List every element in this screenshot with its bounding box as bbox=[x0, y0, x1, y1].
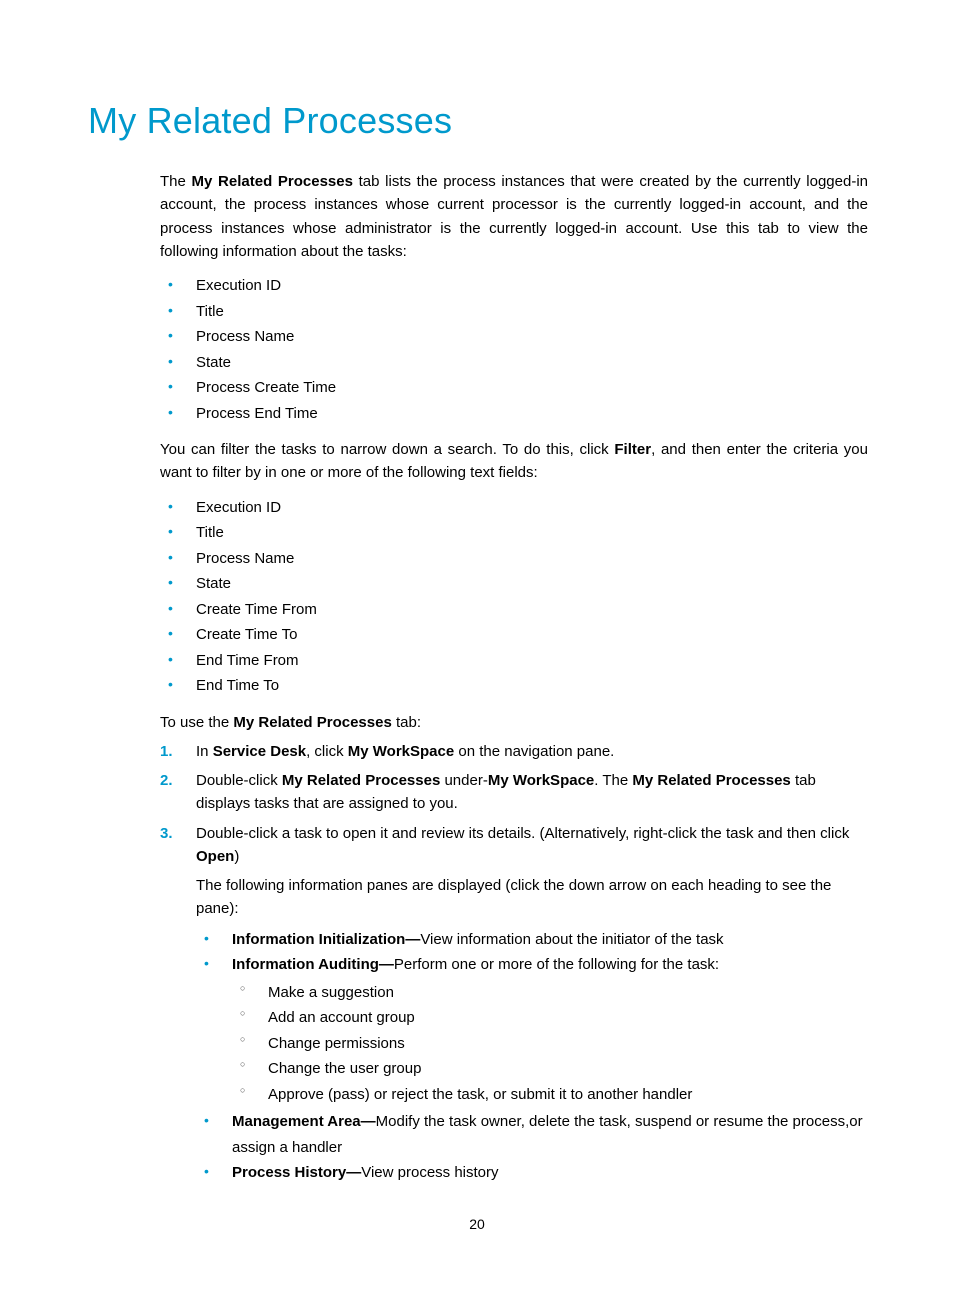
use-post: tab: bbox=[392, 714, 421, 731]
step-1: In Service Desk, click My WorkSpace on t… bbox=[160, 740, 868, 763]
list-item: Change the user group bbox=[232, 1056, 868, 1082]
page-content: My Related Processes The My Related Proc… bbox=[88, 100, 868, 1192]
audit-actions-list: Make a suggestion Add an account group C… bbox=[232, 980, 868, 1108]
s2-t2: under- bbox=[440, 772, 488, 789]
list-item: Process End Time bbox=[160, 401, 868, 427]
filter-pre: You can filter the tasks to narrow down … bbox=[160, 441, 614, 458]
filter-paragraph: You can filter the tasks to narrow down … bbox=[160, 438, 868, 485]
filter-fields-list: Execution ID Title Process Name State Cr… bbox=[160, 495, 868, 699]
intro-bold: My Related Processes bbox=[192, 173, 353, 190]
pane-text: View process history bbox=[361, 1164, 498, 1181]
list-item: End Time From bbox=[160, 648, 868, 674]
list-item: Create Time From bbox=[160, 597, 868, 623]
list-item: Process Name bbox=[160, 546, 868, 572]
pane-label: Information Initialization— bbox=[232, 931, 420, 948]
s2-b2: My WorkSpace bbox=[488, 772, 594, 789]
s1-t1: In bbox=[196, 743, 213, 760]
s3-line2: The following information panes are disp… bbox=[196, 874, 868, 921]
steps-list: In Service Desk, click My WorkSpace on t… bbox=[160, 740, 868, 1186]
s2-t1: Double-click bbox=[196, 772, 282, 789]
step-3: Double-click a task to open it and revie… bbox=[160, 822, 868, 1186]
s1-b1: Service Desk bbox=[213, 743, 306, 760]
s3-line1-bold: Open bbox=[196, 848, 234, 865]
body-content: The My Related Processes tab lists the p… bbox=[160, 170, 868, 1186]
intro-prefix: The bbox=[160, 173, 192, 190]
page-title: My Related Processes bbox=[88, 100, 868, 142]
list-item: Approve (pass) or reject the task, or su… bbox=[232, 1082, 868, 1108]
list-item: Make a suggestion bbox=[232, 980, 868, 1006]
pane-info-audit: Information Auditing—Perform one or more… bbox=[196, 952, 868, 1107]
s1-b2: My WorkSpace bbox=[348, 743, 454, 760]
s3-line1-post: ) bbox=[234, 848, 239, 865]
task-info-list: Execution ID Title Process Name State Pr… bbox=[160, 273, 868, 426]
use-pre: To use the bbox=[160, 714, 233, 731]
pane-mgmt-area: Management Area—Modify the task owner, d… bbox=[196, 1109, 868, 1160]
info-panes-list: Information Initialization—View informat… bbox=[196, 927, 868, 1186]
pane-text: Perform one or more of the following for… bbox=[394, 956, 719, 973]
step-2: Double-click My Related Processes under-… bbox=[160, 769, 868, 816]
s2-t3: . The bbox=[594, 772, 632, 789]
pane-label: Management Area— bbox=[232, 1113, 376, 1130]
list-item: Process Create Time bbox=[160, 375, 868, 401]
filter-bold: Filter bbox=[614, 441, 651, 458]
list-item: Change permissions bbox=[232, 1031, 868, 1057]
s3-line1-pre: Double-click a task to open it and revie… bbox=[196, 825, 849, 842]
use-paragraph: To use the My Related Processes tab: bbox=[160, 711, 868, 734]
list-item: Title bbox=[160, 299, 868, 325]
list-item: State bbox=[160, 571, 868, 597]
pane-label: Process History— bbox=[232, 1164, 361, 1181]
list-item: Process Name bbox=[160, 324, 868, 350]
pane-process-history: Process History—View process history bbox=[196, 1160, 868, 1186]
list-item: End Time To bbox=[160, 673, 868, 699]
list-item: Execution ID bbox=[160, 495, 868, 521]
list-item: Title bbox=[160, 520, 868, 546]
s2-b3: My Related Processes bbox=[632, 772, 790, 789]
s2-b1: My Related Processes bbox=[282, 772, 440, 789]
page-number: 20 bbox=[0, 1216, 954, 1232]
list-item: Execution ID bbox=[160, 273, 868, 299]
s1-t2: , click bbox=[306, 743, 348, 760]
pane-text: View information about the initiator of … bbox=[420, 931, 723, 948]
s1-t3: on the navigation pane. bbox=[454, 743, 614, 760]
pane-info-init: Information Initialization—View informat… bbox=[196, 927, 868, 953]
pane-label: Information Auditing— bbox=[232, 956, 394, 973]
list-item: Create Time To bbox=[160, 622, 868, 648]
use-bold: My Related Processes bbox=[233, 714, 391, 731]
intro-paragraph: The My Related Processes tab lists the p… bbox=[160, 170, 868, 263]
list-item: State bbox=[160, 350, 868, 376]
list-item: Add an account group bbox=[232, 1005, 868, 1031]
